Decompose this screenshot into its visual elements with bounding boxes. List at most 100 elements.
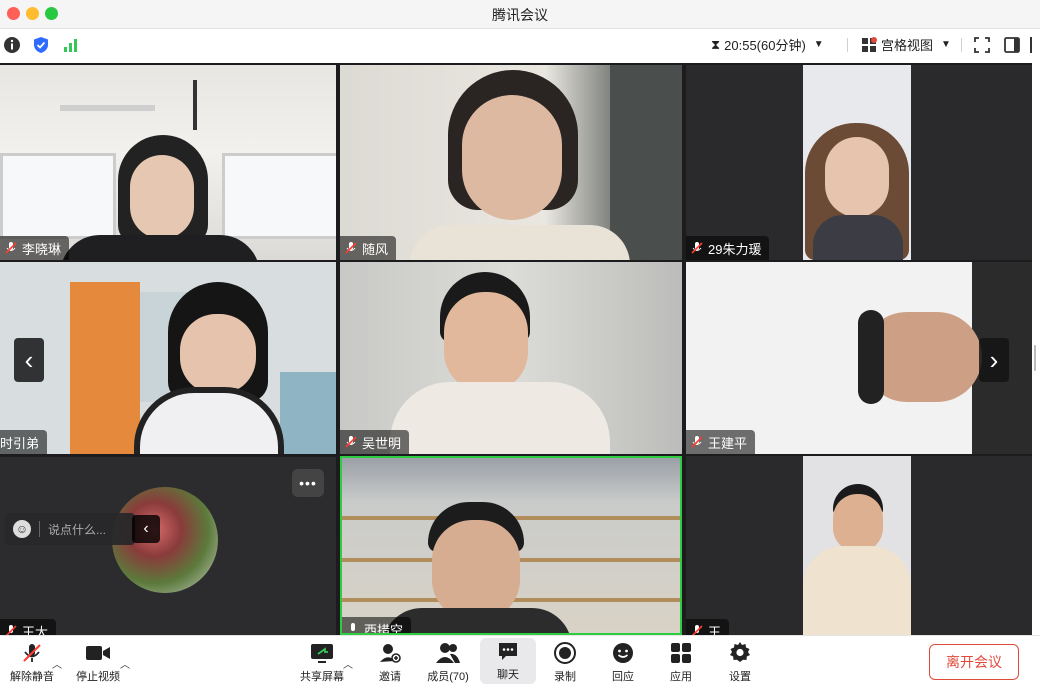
portrait-video <box>803 456 911 635</box>
security-shield-icon[interactable] <box>32 36 50 54</box>
participant-name-tag: 王大 <box>0 619 57 636</box>
participant-name: 随风 <box>362 241 389 257</box>
participant-name-tag: 李晓琳 <box>0 236 70 260</box>
person-body <box>60 235 260 260</box>
mic-icon <box>351 623 355 631</box>
person-body <box>813 215 903 260</box>
share-screen-button[interactable]: 共享屏幕 <box>294 640 350 684</box>
view-mode-label: 宫格视图 <box>881 38 934 53</box>
chat-placeholder: 说点什么... <box>48 522 107 537</box>
invite-button[interactable]: 邀请 <box>362 640 418 684</box>
video-grid: 李晓琳 随风 29朱力瑗 时引弟 吴世明 王建平 ☺ 说点什么... ‹ •••… <box>0 63 1032 635</box>
ceiling-light <box>60 105 155 111</box>
fullscreen-icon[interactable] <box>973 36 991 54</box>
participant-name-tag: 王建平 <box>686 430 756 454</box>
sidebar-toggle-icon[interactable] <box>1003 36 1021 54</box>
participant-name: 吴世明 <box>362 435 402 451</box>
previous-page-button[interactable]: ‹ <box>14 338 44 382</box>
invite-label: 邀请 <box>379 671 401 683</box>
video-tile[interactable]: 吴世明 <box>340 262 682 454</box>
mic-muted-icon <box>5 625 17 635</box>
title-bar: 腾讯会议 <box>0 0 1040 29</box>
chevron-down-icon: ▼ <box>941 39 951 50</box>
view-mode-selector[interactable]: 宫格视图 ▼ <box>861 35 951 54</box>
person-hair <box>858 310 884 404</box>
collapse-chat-button[interactable]: ‹ <box>132 515 160 543</box>
stop-video-button[interactable]: 停止视频 <box>70 640 126 684</box>
participant-name: 李晓琳 <box>22 241 62 257</box>
participant-name-tag: 时引弟 <box>0 430 48 454</box>
wardrobe-image <box>70 282 140 454</box>
chat-bubble-icon <box>499 643 517 660</box>
participant-name: 王 <box>708 624 722 636</box>
participant-name: 王大 <box>22 624 49 636</box>
apps-button[interactable]: 应用 <box>653 640 709 684</box>
members-label: 成员(70) <box>427 671 469 683</box>
more-options-button[interactable]: ••• <box>292 469 324 497</box>
meeting-toolbar: ⧗ 20:55(60分钟) ▼ 宫格视图 ▼ <box>0 29 1040 61</box>
meeting-timer[interactable]: ⧗ 20:55(60分钟) ▼ <box>711 35 824 54</box>
mic-muted-icon <box>691 242 703 254</box>
timer-text: 20:55(60分钟) <box>724 38 806 53</box>
person-face <box>444 292 528 392</box>
record-icon <box>554 642 576 664</box>
person-face <box>180 314 256 394</box>
leave-meeting-button[interactable]: 离开会议 <box>929 644 1019 680</box>
mic-muted-icon <box>23 644 41 662</box>
person-face <box>825 137 889 217</box>
cabinet-image <box>610 65 682 260</box>
object-image <box>280 372 336 454</box>
share-options-chevron-icon[interactable]: ︿ <box>343 656 353 671</box>
participant-name-tag: 吴世明 <box>340 430 410 454</box>
settings-label: 设置 <box>729 671 751 683</box>
mic-muted-icon <box>345 242 357 254</box>
person-face <box>130 155 194 239</box>
video-tile[interactable]: 王 <box>686 456 1032 635</box>
next-page-button[interactable]: › <box>979 338 1009 382</box>
video-tile[interactable]: 李晓琳 <box>0 65 336 260</box>
video-tile[interactable]: ☺ 说点什么... ‹ ••• 王大 <box>0 457 336 635</box>
video-tile[interactable]: 时引弟 <box>0 262 336 454</box>
reaction-button[interactable]: 回应 <box>595 640 651 684</box>
unmute-label: 解除静音 <box>10 671 54 683</box>
share-screen-icon <box>311 644 333 663</box>
participant-name: 西措空 <box>364 622 404 635</box>
grid-view-icon <box>862 36 877 52</box>
projector-mount <box>193 80 197 130</box>
participant-name-tag: 29朱力瑗 <box>686 236 770 260</box>
info-icon[interactable] <box>3 36 21 54</box>
mic-muted-icon <box>691 436 703 448</box>
divider <box>961 38 962 52</box>
video-options-chevron-icon[interactable]: ︿ <box>120 656 130 671</box>
members-button[interactable]: 成员(70) <box>420 640 476 684</box>
participant-name: 29朱力瑗 <box>708 241 762 257</box>
gear-icon <box>730 642 750 662</box>
portrait-video <box>803 65 911 260</box>
video-camera-icon <box>86 646 110 660</box>
participant-name-tag: 西措空 <box>342 617 412 635</box>
emoji-icon[interactable]: ☺ <box>13 520 31 538</box>
signal-strength-icon[interactable] <box>62 36 80 54</box>
settings-button[interactable]: 设置 <box>712 640 768 684</box>
window-title: 腾讯会议 <box>492 7 548 23</box>
video-tile-active-speaker[interactable]: 西措空 <box>340 456 682 635</box>
record-label: 录制 <box>554 671 576 683</box>
video-tile[interactable]: 随风 <box>340 65 682 260</box>
reaction-icon <box>613 643 633 663</box>
audio-options-chevron-icon[interactable]: ︿ <box>52 656 62 671</box>
chat-bubble-input[interactable]: ☺ 说点什么... <box>5 513 135 545</box>
participant-name-tag: 随风 <box>340 236 397 260</box>
members-icon <box>436 643 460 663</box>
resize-handle[interactable] <box>1034 345 1036 371</box>
video-tile[interactable]: 29朱力瑗 <box>686 65 1032 260</box>
chat-label: 聊天 <box>497 669 519 681</box>
chevron-down-icon: ▼ <box>813 39 824 50</box>
participant-name-tag: 王 <box>686 619 730 636</box>
person-body <box>390 382 610 454</box>
person-face <box>833 494 883 552</box>
share-screen-label: 共享屏幕 <box>300 671 344 683</box>
participant-name: 时引弟 <box>0 435 40 451</box>
mic-muted-icon <box>345 436 357 448</box>
record-button[interactable]: 录制 <box>537 640 593 684</box>
chat-button[interactable]: 聊天 <box>480 638 536 684</box>
